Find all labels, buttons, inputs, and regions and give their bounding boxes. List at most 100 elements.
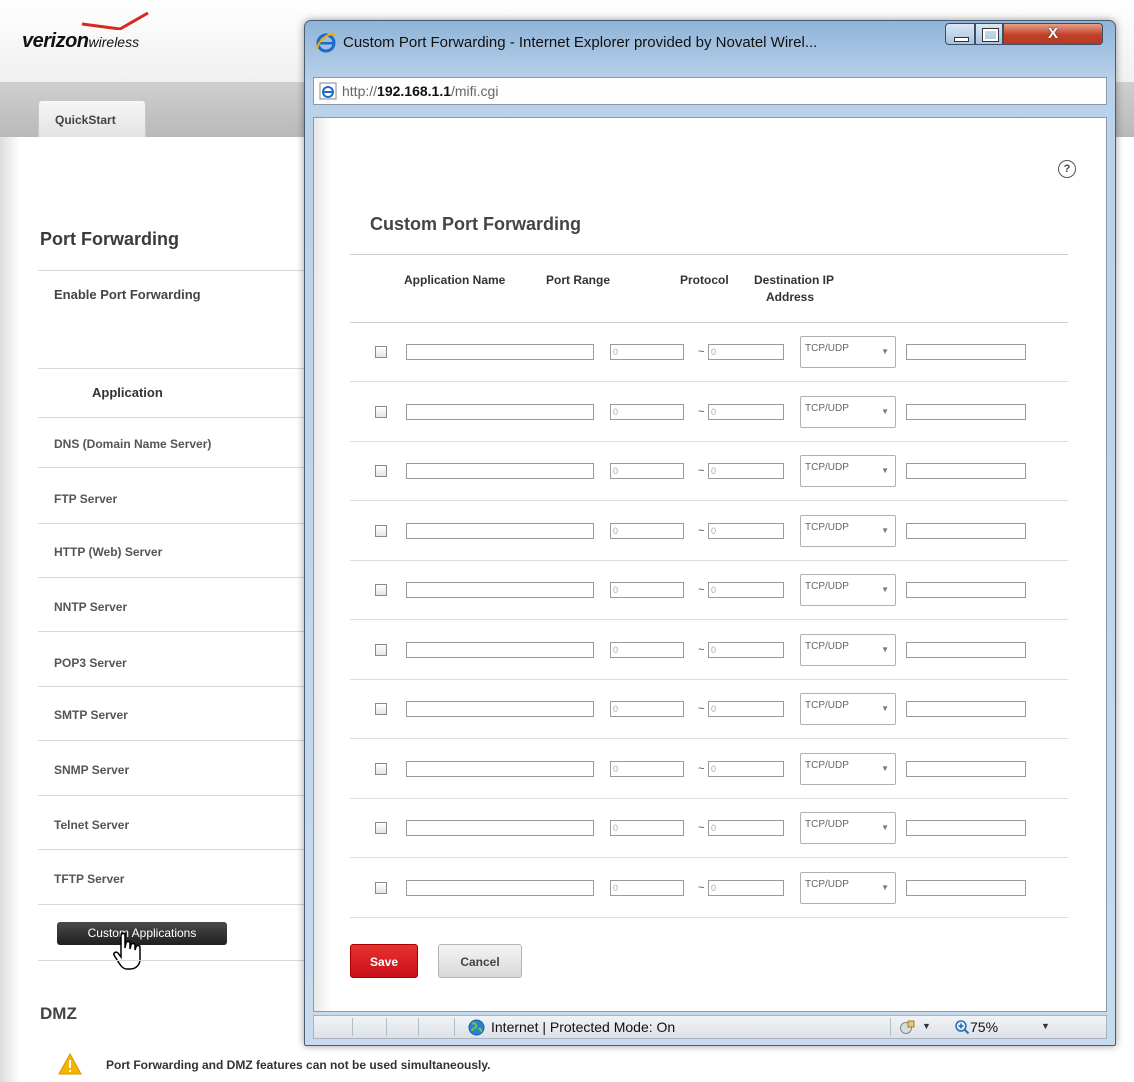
port-start-input[interactable]	[610, 403, 684, 420]
protocol-select[interactable]: TCP/UDP ▼	[800, 395, 896, 428]
logo-text: verizonwireless	[22, 30, 140, 52]
row-checkbox[interactable]	[375, 346, 387, 358]
status-separator	[454, 1018, 455, 1036]
protocol-select[interactable]: TCP/UDP ▼	[800, 633, 896, 666]
chevron-down-icon: ▼	[881, 525, 889, 535]
application-name-input[interactable]	[406, 522, 594, 539]
divider	[38, 686, 310, 687]
divider	[38, 849, 310, 850]
row-checkbox[interactable]	[375, 762, 387, 775]
port-end-input[interactable]	[708, 879, 784, 896]
zoom-level[interactable]: 75%	[970, 1019, 998, 1035]
row-checkbox[interactable]	[375, 822, 387, 834]
destination-ip-input[interactable]	[906, 582, 1026, 598]
application-name-input[interactable]	[406, 879, 594, 896]
port-start-input[interactable]	[610, 760, 684, 777]
port-end-input[interactable]	[708, 463, 784, 479]
column-destination-ip-line2: Address	[766, 290, 815, 304]
port-end-input[interactable]	[708, 344, 784, 360]
table-row: ~ TCP/UDP ▼	[350, 739, 1068, 799]
destination-ip-input[interactable]	[906, 344, 1026, 360]
chevron-down-icon[interactable]: ▼	[1041, 1021, 1050, 1031]
port-start-input[interactable]	[610, 701, 684, 717]
destination-ip-input[interactable]	[906, 641, 1026, 658]
protocol-select[interactable]: TCP/UDP ▼	[800, 752, 896, 785]
row-checkbox[interactable]	[375, 465, 387, 477]
destination-ip-input[interactable]	[906, 701, 1026, 717]
row-checkbox[interactable]	[375, 584, 387, 596]
protocol-select[interactable]: TCP/UDP ▼	[800, 871, 896, 904]
port-forwarding-title: Port Forwarding	[40, 229, 179, 249]
port-end-input[interactable]	[708, 522, 784, 539]
chevron-down-icon[interactable]: ▼	[922, 1021, 931, 1031]
protocol-value: TCP/UDP	[805, 700, 849, 711]
destination-ip-input[interactable]	[906, 463, 1026, 479]
chevron-down-icon: ▼	[881, 763, 889, 773]
application-row-smtp: SMTP Server	[54, 708, 128, 722]
application-name-input[interactable]	[406, 641, 594, 658]
protocol-select[interactable]: TCP/UDP ▼	[800, 693, 896, 725]
security-zone-text[interactable]: Internet | Protected Mode: On	[491, 1019, 675, 1035]
address-url[interactable]: http://192.168.1.1/mifi.cgi	[342, 83, 498, 99]
port-start-input[interactable]	[610, 463, 684, 479]
destination-ip-input[interactable]	[906, 403, 1026, 420]
application-name-input[interactable]	[406, 403, 594, 420]
table-row: ~ TCP/UDP ▼	[350, 679, 1068, 739]
port-end-input[interactable]	[708, 760, 784, 777]
minimize-button[interactable]	[945, 23, 975, 45]
port-start-input[interactable]	[610, 582, 684, 598]
port-end-input[interactable]	[708, 403, 784, 420]
save-button[interactable]: Save	[350, 944, 418, 978]
row-checkbox[interactable]	[375, 405, 387, 418]
protocol-select[interactable]: TCP/UDP ▼	[800, 514, 896, 547]
divider	[38, 368, 310, 369]
row-checkbox[interactable]	[375, 703, 387, 715]
destination-ip-input[interactable]	[906, 820, 1026, 836]
destination-ip-input[interactable]	[906, 879, 1026, 896]
port-end-input[interactable]	[708, 820, 784, 836]
row-checkbox[interactable]	[375, 881, 387, 894]
protocol-select[interactable]: TCP/UDP ▼	[800, 812, 896, 844]
port-end-input[interactable]	[708, 701, 784, 717]
row-checkbox[interactable]	[375, 643, 387, 656]
destination-ip-input[interactable]	[906, 522, 1026, 539]
address-bar[interactable]: http://192.168.1.1/mifi.cgi	[313, 77, 1107, 105]
security-icon[interactable]	[899, 1019, 915, 1035]
table-row: ~ TCP/UDP ▼	[350, 858, 1068, 918]
close-button[interactable]: X	[1003, 23, 1103, 45]
protocol-select[interactable]: TCP/UDP ▼	[800, 336, 896, 368]
port-start-input[interactable]	[610, 820, 684, 836]
protocol-value: TCP/UDP	[805, 759, 849, 771]
application-name-input[interactable]	[406, 760, 594, 777]
application-name-input[interactable]	[406, 344, 594, 360]
zoom-icon[interactable]	[954, 1019, 970, 1035]
divider	[38, 467, 310, 468]
dialog-title: Custom Port Forwarding	[370, 214, 581, 234]
column-protocol: Protocol	[680, 273, 729, 287]
destination-ip-input[interactable]	[906, 760, 1026, 777]
application-name-input[interactable]	[406, 701, 594, 717]
table-row: ~ TCP/UDP ▼	[350, 322, 1068, 382]
protocol-select[interactable]: TCP/UDP ▼	[800, 455, 896, 487]
ie-logo-icon	[316, 32, 336, 53]
help-icon[interactable]: ?	[1058, 160, 1076, 178]
divider	[38, 960, 310, 961]
port-start-input[interactable]	[610, 522, 684, 539]
port-start-input[interactable]	[610, 879, 684, 896]
range-separator: ~	[698, 762, 705, 775]
tab-quickstart[interactable]: QuickStart	[38, 100, 146, 137]
port-end-input[interactable]	[708, 641, 784, 658]
port-start-input[interactable]	[610, 641, 684, 658]
application-name-input[interactable]	[406, 463, 594, 479]
row-checkbox[interactable]	[375, 524, 387, 537]
protocol-select[interactable]: TCP/UDP ▼	[800, 574, 896, 606]
status-separator	[418, 1018, 419, 1036]
application-row-ftp: FTP Server	[54, 492, 118, 506]
cancel-button[interactable]: Cancel	[438, 944, 522, 978]
maximize-button[interactable]	[975, 23, 1003, 45]
application-name-input[interactable]	[406, 582, 594, 598]
port-end-input[interactable]	[708, 582, 784, 598]
port-start-input[interactable]	[610, 344, 684, 360]
application-name-input[interactable]	[406, 820, 594, 836]
range-separator: ~	[698, 822, 705, 834]
